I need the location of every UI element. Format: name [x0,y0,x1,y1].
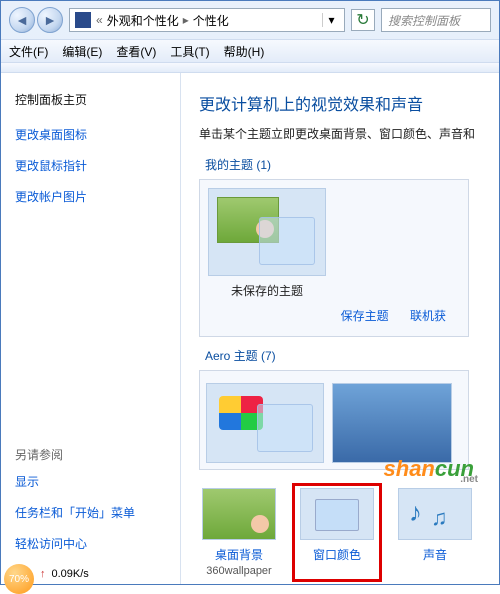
control-panel-home-link[interactable]: 控制面板主页 [15,91,166,108]
main-content: 更改计算机上的视觉效果和声音 单击某个主题立即更改桌面背景、窗口颜色、声音和 我… [181,73,499,584]
sounds-label: 声音 [395,546,475,563]
menu-tools[interactable]: 工具(T) [170,43,209,60]
sidebar-link-desktop-icons[interactable]: 更改桌面图标 [15,126,166,143]
menubar: 文件(F) 编辑(E) 查看(V) 工具(T) 帮助(H) [1,39,499,63]
search-placeholder: 搜索控制面板 [388,12,460,29]
my-themes-group: 未保存的主题 保存主题 联机获 [199,179,469,337]
aero-themes-header: Aero 主题 (7) [199,347,499,364]
speed-label: 0.09K/s [52,568,89,580]
theme-thumbnail [208,188,326,276]
window-color-label: 窗口颜色 [297,546,377,563]
menu-file[interactable]: 文件(F) [9,43,48,60]
menu-help[interactable]: 帮助(H) [224,43,265,60]
menu-edit[interactable]: 编辑(E) [62,43,102,60]
sounds-button[interactable]: ♪♫ 声音 [395,488,475,577]
back-button[interactable]: ◄ [9,7,35,33]
window-glass-icon [259,217,315,265]
get-themes-online-link[interactable]: 联机获 [410,309,446,323]
window-color-icon [300,488,374,540]
sidebar-link-account-picture[interactable]: 更改帐户图片 [15,188,166,205]
toolbar [1,63,499,73]
breadcrumb-item[interactable]: 外观和个性化 [107,12,179,29]
see-also-header: 另请参阅 [15,446,166,463]
page-description: 单击某个主题立即更改桌面背景、窗口颜色、声音和 [199,125,499,142]
theme-unsaved[interactable]: 未保存的主题 [208,188,326,299]
desktop-background-icon [202,488,276,540]
status-bar: 70% ↑ 0.09K/s [0,563,89,585]
sounds-icon: ♪♫ [398,488,472,540]
dropdown-icon[interactable]: ▾ [322,13,340,27]
sidebar: 控制面板主页 更改桌面图标 更改鼠标指针 更改帐户图片 另请参阅 显示 任务栏和… [1,73,181,584]
see-also-taskbar[interactable]: 任务栏和「开始」菜单 [15,504,166,521]
menu-view[interactable]: 查看(V) [116,43,156,60]
upload-arrow-icon: ↑ [40,568,46,580]
search-input[interactable]: 搜索控制面板 [381,8,491,32]
percent-badge: 70% [4,564,34,594]
desktop-background-button[interactable]: 桌面背景 360wallpaper [199,488,279,577]
refresh-button[interactable]: ↻ [351,9,375,31]
desktop-background-label: 桌面背景 [199,546,279,563]
control-panel-icon [74,11,92,29]
window-glass-icon [257,404,313,452]
theme-label: 未保存的主题 [208,282,326,299]
chevron-right-icon: « [96,13,103,27]
aero-theme-windows7[interactable] [206,383,324,463]
see-also-ease-of-access[interactable]: 轻松访问中心 [15,535,166,552]
my-themes-header: 我的主题 (1) [199,156,499,173]
forward-button[interactable]: ► [37,7,63,33]
page-title: 更改计算机上的视觉效果和声音 [199,91,499,115]
see-also-display[interactable]: 显示 [15,473,166,490]
aero-themes-group [199,370,469,470]
desktop-background-sublabel: 360wallpaper [199,565,279,577]
breadcrumb-item[interactable]: 个性化 [193,12,229,29]
save-theme-link[interactable]: 保存主题 [341,309,389,323]
window-color-button[interactable]: 窗口颜色 [297,488,377,577]
breadcrumb[interactable]: « 外观和个性化 ▸ 个性化 ▾ [69,8,345,32]
sidebar-link-mouse-pointers[interactable]: 更改鼠标指针 [15,157,166,174]
aero-theme-item[interactable] [332,383,452,463]
chevron-right-icon: ▸ [183,13,189,27]
